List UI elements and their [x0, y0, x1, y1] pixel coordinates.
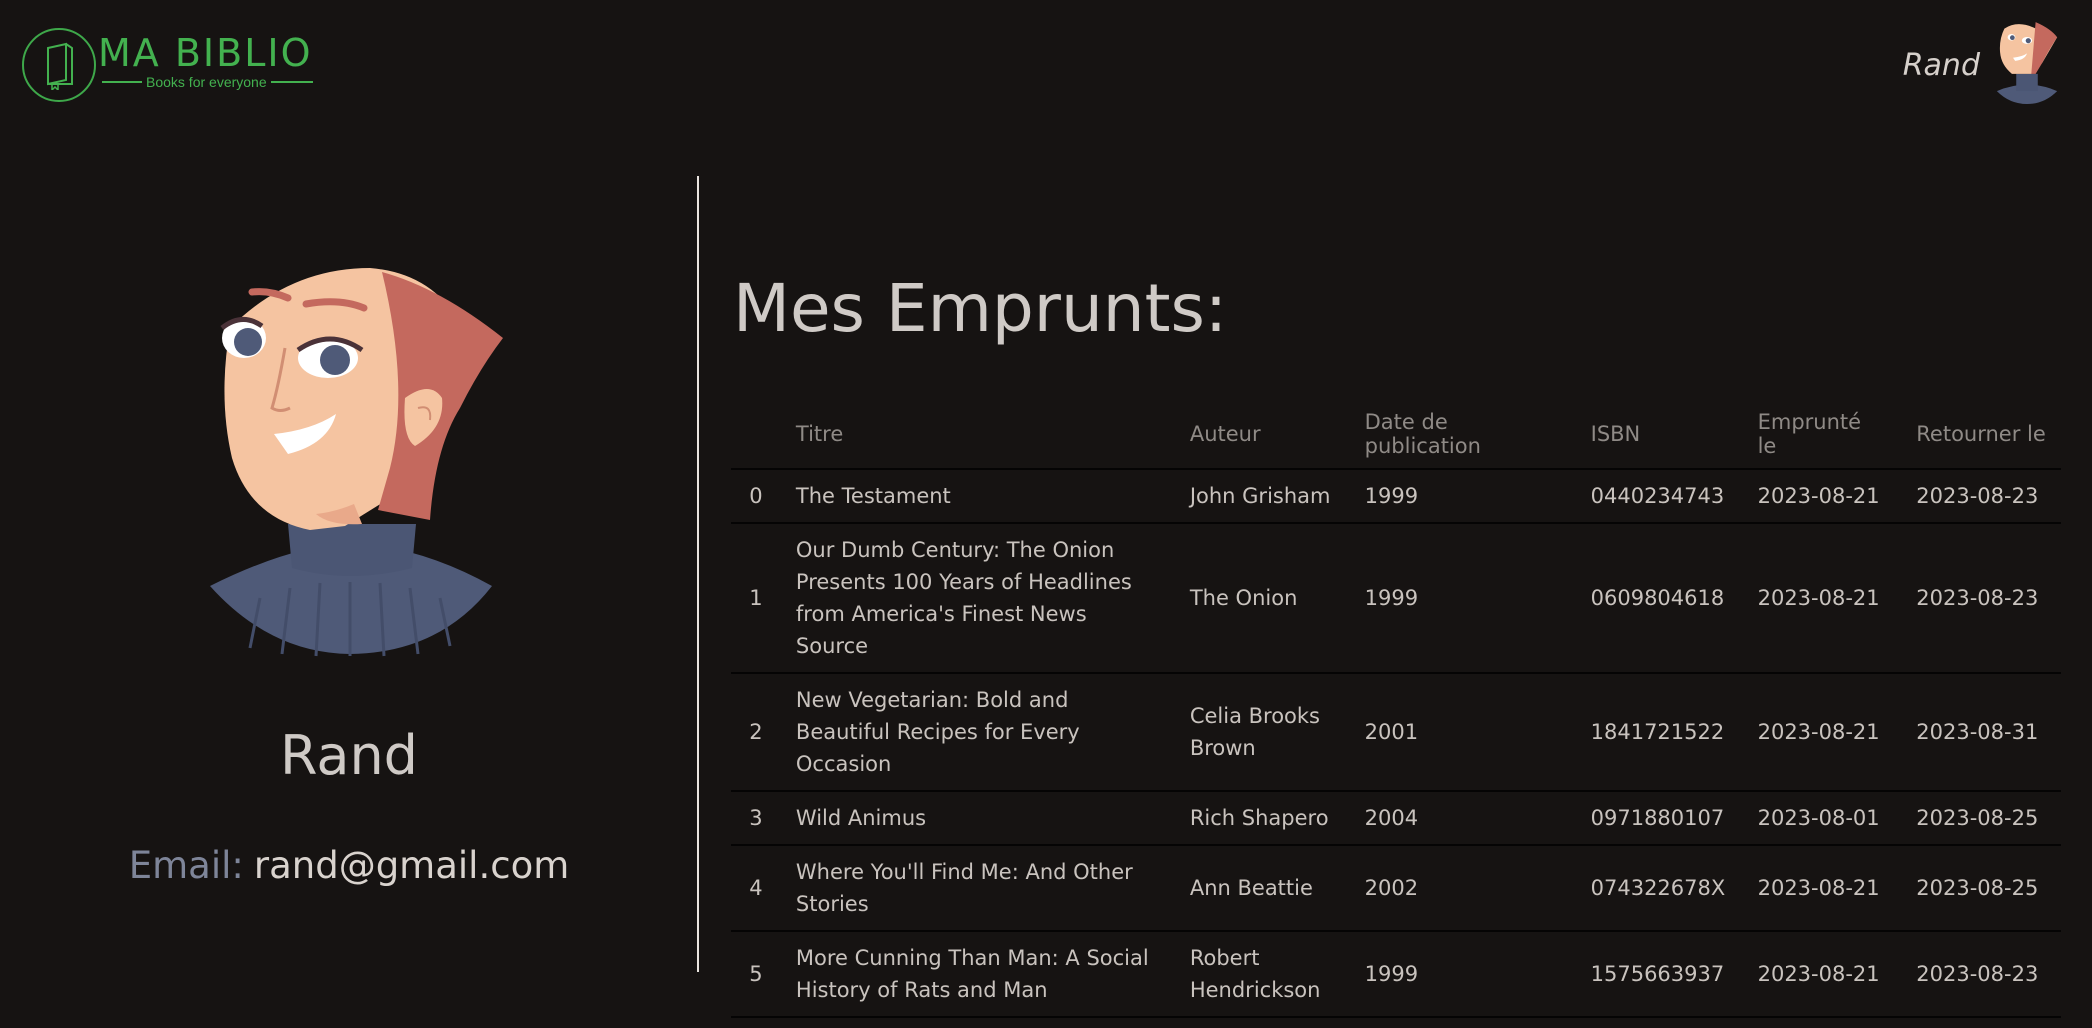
borrowed-date: 2023-08-21 [1742, 845, 1902, 932]
user-avatar-small[interactable] [1992, 20, 2062, 104]
book-author: John Grisham [1174, 469, 1350, 524]
table-row[interactable]: 2 New Vegetarian: Bold and Beautiful Rec… [731, 673, 2061, 792]
book-title: Where You'll Find Me: And Other Stories [780, 845, 1175, 932]
column-header [731, 396, 781, 470]
logo-title: MA BIBLIO [98, 31, 313, 75]
borrowed-date: 2023-08-21 [1742, 673, 1902, 792]
book-year: 2001 [1349, 673, 1576, 792]
book-isbn: 0609804618 [1575, 523, 1743, 674]
borrowed-date: 2023-08-21 [1742, 523, 1902, 674]
row-index: 0 [731, 469, 781, 524]
column-header-publication-date[interactable]: Date de publication [1349, 396, 1576, 470]
profile-panel: Rand Email: rand@gmail.com [0, 176, 698, 976]
return-date: 2023-08-25 [1901, 791, 2061, 846]
borrowed-date: 2023-08-21 [1742, 931, 1902, 1018]
borrowed-date: 2023-08-21 [1742, 469, 1902, 524]
book-title: The Testament [780, 469, 1175, 524]
return-date: 2023-08-31 [1901, 673, 2061, 792]
book-title: Our Dumb Century: The Onion Presents 100… [780, 523, 1175, 674]
table-header-row: Titre Auteur Date de publication ISBN Em… [731, 396, 2061, 470]
return-date: 2023-08-23 [1901, 523, 2061, 674]
table-row[interactable]: 1 Our Dumb Century: The Onion Presents 1… [731, 523, 2061, 674]
email-label: Email: [128, 844, 244, 887]
book-author: Ann Beattie [1174, 845, 1350, 932]
column-header-isbn[interactable]: ISBN [1575, 396, 1743, 470]
book-year: 1999 [1349, 931, 1576, 1018]
email-value: rand@gmail.com [253, 844, 570, 887]
table-row[interactable]: 0 The Testament John Grisham 1999 044023… [731, 469, 2061, 524]
book-isbn: 1841721522 [1575, 673, 1743, 792]
row-index: 2 [731, 673, 781, 792]
row-index: 5 [731, 931, 781, 1018]
book-year: 2002 [1349, 845, 1576, 932]
column-header-author[interactable]: Auteur [1174, 396, 1350, 470]
book-year: 1999 [1349, 469, 1576, 524]
book-title: Wild Animus [780, 791, 1175, 846]
loans-table: Titre Auteur Date de publication ISBN Em… [731, 396, 2061, 1018]
header: MA BIBLIO Books for everyone Rand [0, 0, 2092, 140]
borrowed-date: 2023-08-01 [1742, 791, 1902, 846]
page-title: Mes Emprunts: [733, 270, 1228, 347]
row-index: 4 [731, 845, 781, 932]
column-header-return[interactable]: Retourner le [1901, 396, 2061, 470]
table-row[interactable]: 4 Where You'll Find Me: And Other Storie… [731, 845, 2061, 932]
book-icon [22, 28, 96, 102]
book-isbn: 1575663937 [1575, 931, 1743, 1018]
table-row[interactable]: 3 Wild Animus Rich Shapero 2004 09718801… [731, 791, 2061, 846]
book-author: The Onion [1174, 523, 1350, 674]
profile-name: Rand [280, 724, 418, 787]
return-date: 2023-08-23 [1901, 931, 2061, 1018]
book-author: Celia Brooks Brown [1174, 673, 1350, 792]
return-date: 2023-08-25 [1901, 845, 2061, 932]
email-row: Email: rand@gmail.com [0, 844, 698, 887]
column-header-borrowed[interactable]: Emprunté le [1742, 396, 1902, 470]
user-avatar [190, 268, 510, 658]
return-date: 2023-08-23 [1901, 469, 2061, 524]
logo-subtitle: Books for everyone [102, 74, 313, 90]
row-index: 1 [731, 523, 781, 674]
book-isbn: 074322678X [1575, 845, 1743, 932]
book-year: 2004 [1349, 791, 1576, 846]
row-index: 3 [731, 791, 781, 846]
book-title: New Vegetarian: Bold and Beautiful Recip… [780, 673, 1175, 792]
vertical-divider [697, 176, 699, 972]
header-user-name[interactable]: Rand [1880, 48, 1980, 83]
book-title: More Cunning Than Man: A Social History … [780, 931, 1175, 1018]
column-header-title[interactable]: Titre [780, 396, 1175, 470]
book-year: 1999 [1349, 523, 1576, 674]
book-isbn: 0971880107 [1575, 791, 1743, 846]
table-row[interactable]: 5 More Cunning Than Man: A Social Histor… [731, 931, 2061, 1018]
book-isbn: 0440234743 [1575, 469, 1743, 524]
logo[interactable]: MA BIBLIO Books for everyone [22, 28, 313, 102]
book-author: Robert Hendrickson [1174, 931, 1350, 1018]
book-author: Rich Shapero [1174, 791, 1350, 846]
